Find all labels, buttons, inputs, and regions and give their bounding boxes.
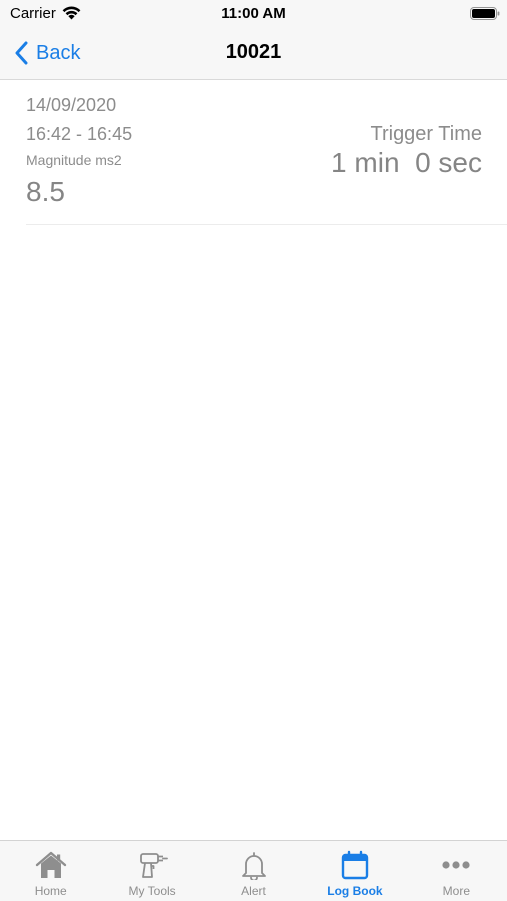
- status-time: 11:00 AM: [221, 5, 286, 22]
- drill-icon: [140, 853, 169, 878]
- tab-label-home: Home: [34, 884, 67, 898]
- navigation-bar: Back 10021: [0, 30, 507, 76]
- more-dots-icon: [442, 861, 470, 869]
- tab-more[interactable]: More: [406, 841, 507, 901]
- tab-label-more: More: [442, 884, 470, 898]
- tab-home[interactable]: Home: [0, 841, 101, 901]
- calendar-icon: [341, 850, 369, 880]
- home-icon: [35, 851, 66, 878]
- entry-time-range: 16:42 - 16:45: [26, 124, 133, 144]
- tab-label-log-book: Log Book: [327, 884, 383, 898]
- tab-bar: Home My Tools Alert Log Book More: [0, 840, 507, 901]
- top-bar: Carrier 11:00 AM Back 10021: [0, 0, 507, 80]
- tab-log-book[interactable]: Log Book: [304, 841, 405, 901]
- entry-date: 14/09/2020: [26, 95, 117, 115]
- tab-label-my-tools: My Tools: [128, 884, 176, 898]
- battery-icon: [470, 7, 500, 20]
- trigger-time-label: Trigger Time: [370, 123, 482, 145]
- bell-icon: [241, 852, 266, 880]
- tab-my-tools[interactable]: My Tools: [101, 841, 202, 901]
- status-bar: Carrier 11:00 AM: [0, 0, 507, 28]
- magnitude-label: Magnitude ms2: [26, 152, 122, 168]
- log-entry-row[interactable]: 14/09/2020 16:42 - 16:45 Magnitude ms2 8…: [26, 80, 507, 225]
- tab-label-alert: Alert: [241, 884, 266, 898]
- tab-alert[interactable]: Alert: [203, 841, 304, 901]
- trigger-time-value: 1 min 0 sec: [331, 147, 482, 178]
- page-title: 10021: [225, 41, 282, 63]
- magnitude-value: 8.5: [26, 176, 65, 207]
